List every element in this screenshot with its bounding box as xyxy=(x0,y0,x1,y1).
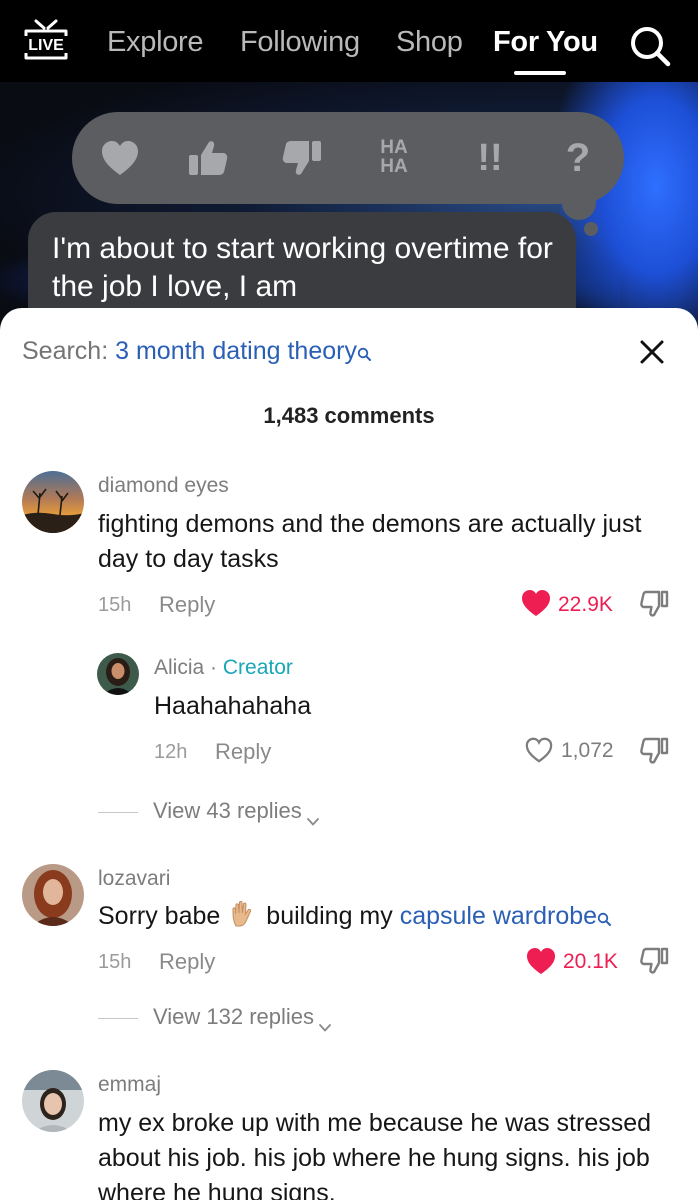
comment-username[interactable]: lozavari xyxy=(98,867,170,891)
thumbs-up-reaction-icon xyxy=(184,134,232,182)
comment-username[interactable]: emmaj xyxy=(98,1073,161,1097)
raised-hand-emoji-icon xyxy=(228,899,258,929)
dislike-icon[interactable] xyxy=(640,589,670,619)
tab-shop[interactable]: Shop xyxy=(396,26,463,59)
search-suggestion[interactable]: Search: 3 month dating theory xyxy=(22,337,371,366)
comment-count: 1,483 comments xyxy=(263,403,435,428)
search-small-icon xyxy=(357,339,371,361)
comment-time: 15h xyxy=(98,594,132,616)
heart-reaction-icon xyxy=(96,134,144,182)
comment-text: Sorry babe building my capsule wardrobe xyxy=(98,899,678,934)
comment-text: my ex broke up with me because he was st… xyxy=(98,1109,652,1200)
top-nav: LIVE Explore Following Shop For You xyxy=(0,0,698,82)
haha-reaction-icon: HA HA xyxy=(380,137,408,177)
username-separator: · xyxy=(210,656,218,679)
question-reaction-icon: ? xyxy=(565,136,591,180)
reply-username[interactable]: Alicia · Creator xyxy=(154,656,293,680)
comment-text: fighting demons and the demons are actua… xyxy=(98,510,642,573)
live-label: LIVE xyxy=(28,37,64,54)
like-count: 22.9K xyxy=(558,593,613,616)
comment-time: 15h xyxy=(98,951,132,973)
divider xyxy=(98,812,138,813)
avatar[interactable] xyxy=(22,471,84,533)
search-prefix: Search: xyxy=(22,337,109,365)
view-replies-button[interactable]: View 132 replies xyxy=(153,1004,332,1032)
dislike-icon[interactable] xyxy=(640,736,670,766)
tab-explore[interactable]: Explore xyxy=(107,26,204,59)
comments-sheet: Search: 3 month dating theory 1,483 comm… xyxy=(0,308,698,1200)
reply-button[interactable]: Reply xyxy=(215,739,271,765)
like-heart-icon[interactable] xyxy=(525,946,557,976)
capsule-wardrobe-link[interactable]: capsule wardrobe xyxy=(400,902,597,930)
divider xyxy=(98,1018,138,1019)
thumbs-down-reaction-icon xyxy=(278,134,326,182)
creator-badge: Creator xyxy=(222,656,293,679)
avatar[interactable] xyxy=(22,864,84,926)
avatar[interactable] xyxy=(97,653,139,695)
reaction-bar: HA HA !! ? xyxy=(72,112,624,236)
avatar[interactable] xyxy=(22,1070,84,1132)
chevron-down-icon xyxy=(306,807,320,826)
like-count: 1,072 xyxy=(561,739,614,762)
chevron-down-icon xyxy=(318,1013,332,1032)
video-preview[interactable]: HA HA !! ? I'm about to start working ov… xyxy=(0,82,698,332)
like-heart-outline-icon[interactable] xyxy=(524,736,554,764)
tab-for-you[interactable]: For You xyxy=(493,26,598,59)
search-small-icon xyxy=(597,901,612,926)
like-heart-icon[interactable] xyxy=(520,588,552,618)
reply-button[interactable]: Reply xyxy=(159,949,215,975)
dislike-icon[interactable] xyxy=(640,946,670,976)
message-text: I'm about to start working overtime for … xyxy=(52,232,553,303)
search-query-link[interactable]: 3 month dating theory xyxy=(115,337,357,365)
search-icon[interactable] xyxy=(628,24,672,68)
view-replies-button[interactable]: View 43 replies xyxy=(153,798,320,826)
reply-text: Haahahahaha xyxy=(154,692,312,720)
active-tab-indicator xyxy=(514,71,566,75)
live-tv-icon[interactable]: LIVE xyxy=(20,18,72,64)
close-icon[interactable] xyxy=(636,336,668,368)
tab-following[interactable]: Following xyxy=(240,26,360,59)
exclamation-reaction-icon: !! xyxy=(477,137,503,179)
comment-username[interactable]: diamond eyes xyxy=(98,474,229,498)
reply-time: 12h xyxy=(154,741,188,763)
reply-button[interactable]: Reply xyxy=(159,592,215,618)
like-count: 20.1K xyxy=(563,950,618,973)
reply-username-text: Alicia xyxy=(154,656,205,679)
